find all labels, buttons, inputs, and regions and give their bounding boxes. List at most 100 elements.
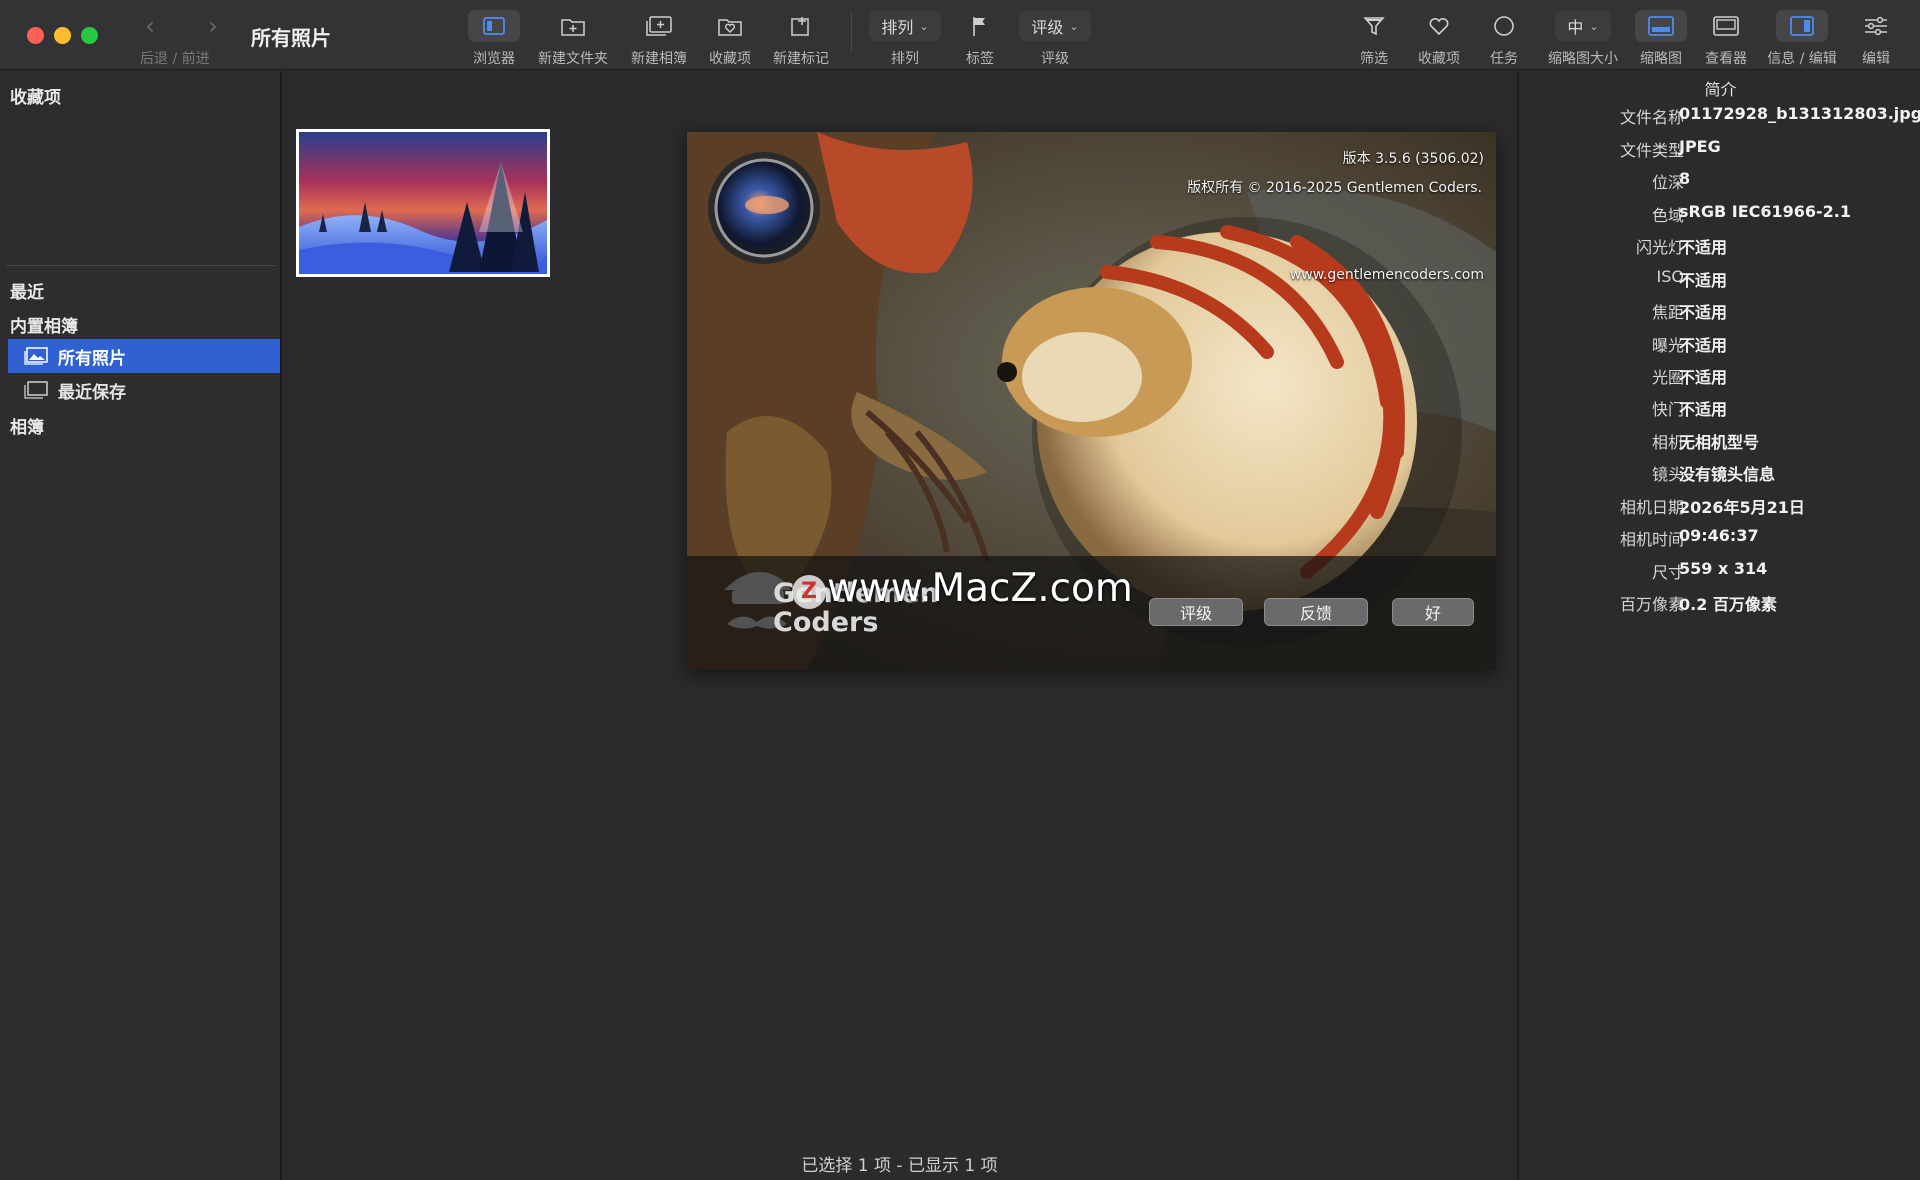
sort-label: 排列 [891, 51, 919, 67]
rating-control[interactable]: 评级 ⌄ 评级 [1018, 10, 1092, 68]
info-row-bit-depth: 位深 8 [1519, 169, 1920, 195]
new-marker-icon [781, 10, 821, 42]
circle-icon [1487, 10, 1521, 42]
info-panel: 简介 文件名称 01172928_b131312803.jpg 文件类型 JPEG … [1517, 71, 1920, 1180]
info-row-camera-time: 相机时间 09:46:37 [1519, 526, 1920, 552]
chevron-down-icon: ⌄ [919, 19, 929, 33]
info-edit-label: 信息 / 编辑 [1767, 51, 1837, 67]
viewer-icon [1706, 10, 1746, 42]
sort-dropdown[interactable]: 排列 ⌄ [869, 11, 941, 41]
watermark-text: www.MacZ.com [827, 566, 1133, 611]
thumbnail-size-dropdown[interactable]: 中 ⌄ [1555, 11, 1611, 41]
sort-control[interactable]: 排列 ⌄ 排列 [868, 10, 942, 68]
info-edit-button[interactable]: 信息 / 编辑 [1764, 10, 1840, 68]
info-row-megapixels: 百万像素 0.2 百万像素 [1519, 591, 1920, 617]
sidebar-item-all-photos[interactable]: 所有照片 [8, 339, 280, 373]
new-album-button[interactable]: 新建相簿 [626, 10, 692, 68]
favorites-filter-button[interactable]: 收藏项 [1413, 10, 1465, 68]
sidebar-heading-recent[interactable]: 最近 [10, 278, 44, 303]
info-row-flash: 闪光灯 不适用 [1519, 234, 1920, 260]
thumbnail-size-value: 中 [1567, 18, 1584, 37]
minimize-window-button[interactable] [54, 27, 71, 44]
info-key: 相机时间 [1619, 530, 1684, 549]
info-row-color-space: 色域 sRGB IEC61966-2.1 [1519, 202, 1920, 228]
favorites-folder-icon [710, 10, 750, 42]
close-window-button[interactable] [27, 27, 44, 44]
about-dialog: 版本 3.5.6 (3506.02) 版权所有 © 2016-2025 Gent… [687, 132, 1496, 670]
info-value: 不适用 [1679, 271, 1728, 290]
info-row-shutter: 快门 不适用 [1519, 396, 1920, 422]
tags-label: 标签 [966, 51, 994, 67]
watermark-badge: Z [792, 575, 826, 609]
tasks-button[interactable]: 任务 [1484, 10, 1524, 68]
viewer-button[interactable]: 查看器 [1699, 10, 1753, 68]
about-copyright: 版权所有 © 2016-2025 Gentlemen Coders. [1187, 180, 1482, 196]
thumbnails-icon [1635, 10, 1687, 42]
viewer-label: 查看器 [1705, 51, 1747, 67]
info-row-iso: ISO 不适用 [1519, 267, 1920, 293]
sidebar-heading-albums[interactable]: 相簿 [10, 413, 44, 438]
filter-button[interactable]: 筛选 [1354, 10, 1394, 68]
info-value: 不适用 [1679, 400, 1728, 419]
funnel-icon [1357, 10, 1391, 42]
photo-thumbnail[interactable] [296, 129, 550, 277]
sidebar-divider [6, 265, 276, 266]
new-marker-button[interactable]: 新建标记 [767, 10, 835, 68]
thumbnails-view-button[interactable]: 缩略图 [1634, 10, 1688, 68]
info-row-aperture: 光圈 不适用 [1519, 364, 1920, 390]
status-bar-text: 已选择 1 项 - 已显示 1 项 [801, 1156, 998, 1176]
info-value: 不适用 [1679, 336, 1728, 355]
rating-dropdown[interactable]: 评级 ⌄ [1019, 11, 1091, 41]
sidebar-item-recently-saved[interactable]: 最近保存 [8, 373, 280, 407]
browser-button[interactable]: 浏览器 [462, 10, 526, 68]
toolbar: ‹ › 后退 / 前进 所有照片 浏览器 新建文件夹 新建相簿 收藏项 新建标记 [0, 0, 1920, 70]
brand-name-line2: Coders [773, 607, 879, 638]
info-key: 文件名称 [1619, 108, 1684, 127]
nav-caption: 后退 / 前进 [140, 51, 210, 67]
info-value: sRGB IEC61966-2.1 [1679, 202, 1852, 221]
info-value: 8 [1679, 169, 1691, 188]
new-folder-icon [553, 10, 593, 42]
info-row-lens: 镜头 没有镜头信息 [1519, 461, 1920, 487]
favorites-button[interactable]: 收藏项 [703, 10, 757, 68]
info-value: 559 x 314 [1679, 559, 1768, 578]
info-row-filetype: 文件类型 JPEG [1519, 137, 1920, 163]
tags-button[interactable]: 标签 [962, 10, 998, 68]
thumbnail-size-control[interactable]: 中 ⌄ 缩略图大小 [1545, 10, 1621, 68]
sidebar-heading-builtin-albums[interactable]: 内置相簿 [10, 312, 78, 337]
feedback-button[interactable]: 反馈 [1264, 598, 1368, 626]
thumbnails-label: 缩略图 [1640, 51, 1682, 67]
info-row-dimensions: 尺寸 559 x 314 [1519, 559, 1920, 585]
flag-icon [963, 10, 997, 42]
browser-icon [468, 10, 520, 42]
edit-button[interactable]: 编辑 [1856, 10, 1896, 68]
info-key: 相机日期 [1619, 498, 1684, 517]
about-website-link[interactable]: www.gentlemencoders.com [1290, 267, 1484, 283]
new-album-icon [639, 10, 679, 42]
sidebar-heading-favorites[interactable]: 收藏项 [10, 83, 61, 108]
edit-label: 编辑 [1862, 51, 1890, 67]
new-marker-label: 新建标记 [773, 51, 829, 67]
favorites-filter-label: 收藏项 [1418, 51, 1460, 67]
forward-arrow-icon[interactable]: › [202, 12, 224, 40]
ok-button[interactable]: 好 [1392, 598, 1474, 626]
info-row-filename: 文件名称 01172928_b131312803.jpg [1519, 104, 1920, 130]
info-key: 文件类型 [1619, 141, 1684, 160]
album-stack-icon [24, 381, 48, 399]
rate-button[interactable]: 评级 [1149, 598, 1243, 626]
toolbar-divider [851, 12, 852, 52]
zoom-window-button[interactable] [81, 27, 98, 44]
heart-icon [1422, 10, 1456, 42]
sliders-icon [1859, 10, 1893, 42]
info-value: 不适用 [1679, 303, 1728, 322]
favorites-label: 收藏项 [709, 51, 751, 67]
back-arrow-icon[interactable]: ‹ [139, 12, 161, 40]
new-folder-button[interactable]: 新建文件夹 [532, 10, 614, 68]
sidebar: 收藏项 最近 内置相簿 所有照片 最近保存 相簿 [0, 71, 282, 1180]
info-row-exposure: 曝光 不适用 [1519, 332, 1920, 358]
info-row-camera: 相机 无相机型号 [1519, 429, 1920, 455]
info-panel-title: 简介 [1704, 80, 1737, 99]
info-value[interactable]: 01172928_b131312803.jpg [1679, 104, 1920, 123]
info-value: 2026年5月21日 [1679, 498, 1805, 517]
info-panel-icon [1776, 10, 1828, 42]
